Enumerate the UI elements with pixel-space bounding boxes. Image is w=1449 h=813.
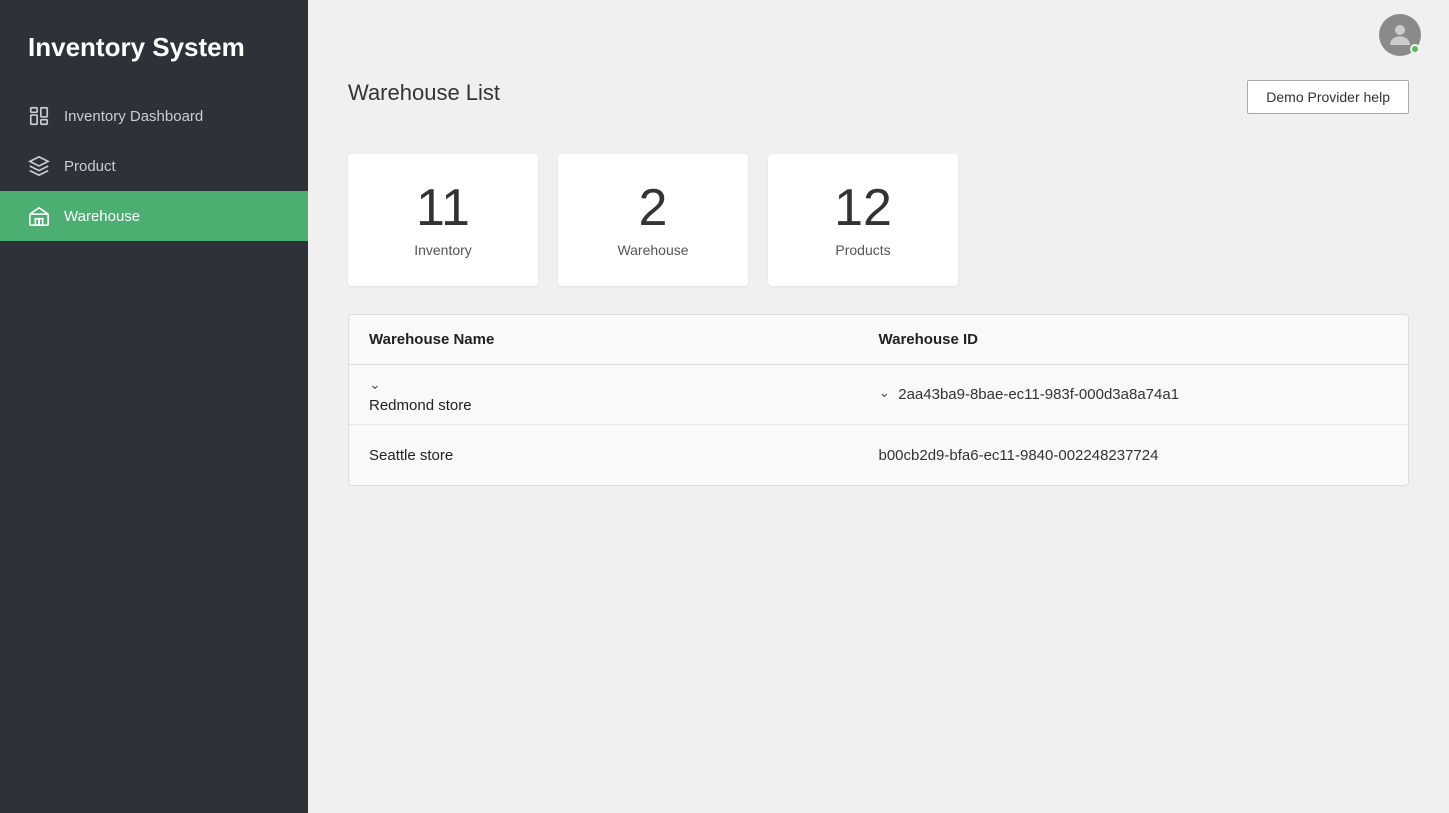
stat-card-products: 12 Products <box>768 154 958 286</box>
col-header-name: Warehouse Name <box>369 331 879 348</box>
stats-row: 11 Inventory 2 Warehouse 12 Products <box>348 154 1409 286</box>
app-title: Inventory System <box>0 0 308 91</box>
warehouse-icon <box>28 205 50 227</box>
row-name-cell: Seattle store <box>369 447 879 464</box>
row-warehouse-name: Redmond store <box>369 397 879 414</box>
top-bar <box>308 0 1449 70</box>
row-id-cell: ⌄ 2aa43ba9-8bae-ec11-983f-000d3a8a74a1 <box>879 384 1389 405</box>
row-warehouse-id: 2aa43ba9-8bae-ec11-983f-000d3a8a74a1 <box>898 386 1179 403</box>
product-icon <box>28 155 50 177</box>
stat-label-inventory: Inventory <box>414 242 472 258</box>
user-avatar[interactable] <box>1379 14 1421 56</box>
table-header: Warehouse Name Warehouse ID <box>349 315 1408 365</box>
stat-number-inventory: 11 <box>416 182 470 234</box>
sidebar-item-label: Warehouse <box>64 208 140 225</box>
sidebar: Inventory System Inventory Dashboard <box>0 0 308 813</box>
row-warehouse-name: Seattle store <box>369 447 879 464</box>
stat-number-warehouse: 2 <box>639 182 668 234</box>
warehouse-table: Warehouse Name Warehouse ID ⌄ Redmond st… <box>348 314 1409 486</box>
page-title: Warehouse List <box>348 80 500 106</box>
content-area: Warehouse List Demo Provider help 11 Inv… <box>308 70 1449 526</box>
col-header-id: Warehouse ID <box>879 331 1389 348</box>
sidebar-nav: Inventory Dashboard Product <box>0 91 308 241</box>
sidebar-item-inventory-dashboard[interactable]: Inventory Dashboard <box>0 91 308 141</box>
chevron-down-icon: ⌄ <box>879 384 891 401</box>
dashboard-icon <box>28 105 50 127</box>
sidebar-item-label: Inventory Dashboard <box>64 108 203 125</box>
table-row[interactable]: Seattle store b00cb2d9-bfa6-ec11-9840-00… <box>349 425 1408 485</box>
table-row[interactable]: ⌄ Redmond store ⌄ 2aa43ba9-8bae-ec11-983… <box>349 365 1408 425</box>
row-id-cell: b00cb2d9-bfa6-ec11-9840-002248237724 <box>879 447 1389 464</box>
online-status-dot <box>1410 44 1420 54</box>
top-section: Warehouse List Demo Provider help <box>348 80 1409 130</box>
sidebar-item-label: Product <box>64 158 116 175</box>
stat-card-warehouse: 2 Warehouse <box>558 154 748 286</box>
chevron-down-icon: ⌄ <box>369 376 879 393</box>
main-content: Warehouse List Demo Provider help 11 Inv… <box>308 0 1449 813</box>
stat-label-warehouse: Warehouse <box>617 242 688 258</box>
sidebar-item-warehouse[interactable]: Warehouse <box>0 191 308 241</box>
row-warehouse-id: b00cb2d9-bfa6-ec11-9840-002248237724 <box>879 447 1159 464</box>
stat-number-products: 12 <box>834 182 892 234</box>
row-name-cell: ⌄ Redmond store <box>369 376 879 414</box>
stat-label-products: Products <box>835 242 890 258</box>
sidebar-item-product[interactable]: Product <box>0 141 308 191</box>
demo-help-button[interactable]: Demo Provider help <box>1247 80 1409 114</box>
stat-card-inventory: 11 Inventory <box>348 154 538 286</box>
